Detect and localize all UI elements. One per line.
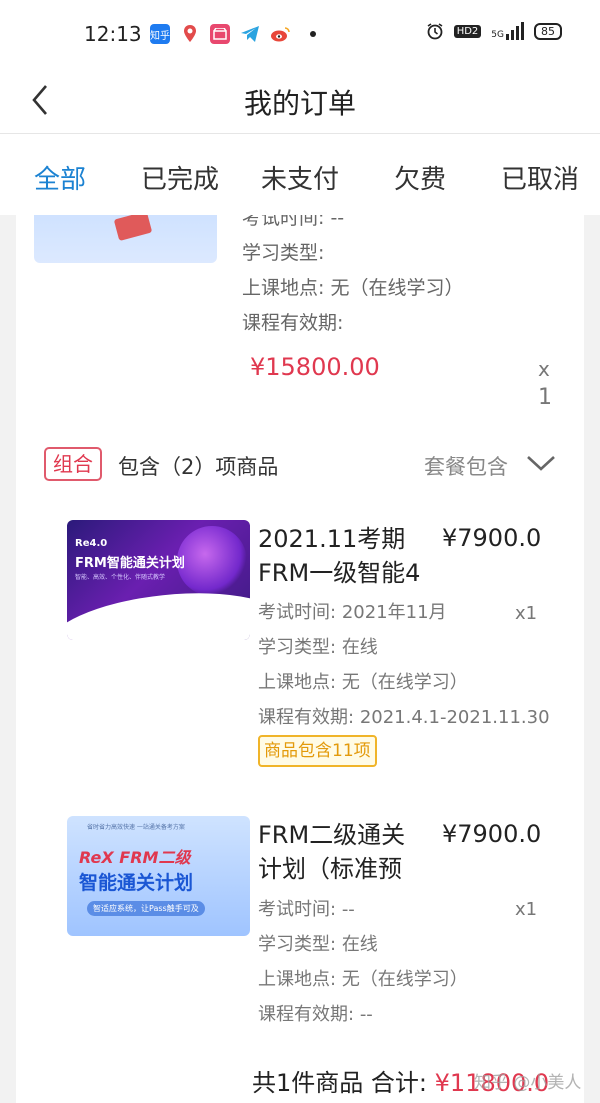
study-type-row: 学习类型: 在线 — [258, 630, 550, 665]
thumb-title: ReX FRM二级 — [79, 848, 191, 867]
exam-time-row: 考试时间: -- — [258, 892, 468, 927]
location-label: 上课地点: — [258, 969, 337, 990]
study-type-row: 学习类型: 在线 — [258, 927, 468, 962]
location-app-icon — [180, 24, 200, 44]
exam-time-value: 2021年11月 — [341, 602, 447, 623]
more-notifications-dot — [310, 31, 316, 37]
order-top-details: 考试时间: -- 学习类型: 上课地点: 无（在线学习） 课程有效期: — [242, 215, 463, 341]
product-thumbnail-frm2[interactable]: 省时省力高效快速 一站通关备考方案 ReX FRM二级 智能通关计划 智适应系统… — [67, 816, 250, 936]
validity-label: 课程有效期: — [258, 1004, 355, 1025]
validity-value: -- — [359, 1004, 373, 1025]
location-label: 上课地点: — [242, 277, 325, 299]
chevron-down-icon[interactable] — [526, 453, 556, 473]
order-list[interactable]: 考试时间: -- 学习类型: 上课地点: 无（在线学习） 课程有效期: ¥158… — [0, 215, 600, 1103]
validity-label: 课程有效期: — [242, 312, 344, 334]
location-row: 上课地点: 无（在线学习） — [258, 962, 468, 997]
telegram-app-icon — [240, 24, 260, 44]
hd-icon: HD2 — [453, 24, 482, 38]
location-row: 上课地点: 无（在线学习） — [242, 271, 463, 306]
product-thumbnail-frm1[interactable]: Re4.0 FRM智能通关计划 智能、高效、个性化、伴随式教学 — [67, 520, 250, 640]
items-included-badge[interactable]: 商品包含11项 — [258, 735, 377, 767]
thumb-text: Re4.0 — [75, 538, 108, 549]
product-qty: x1 — [515, 603, 538, 624]
combo-badge: 组合 — [44, 447, 102, 481]
exam-time-value: -- — [341, 899, 355, 920]
exam-time-row: 考试时间: -- — [242, 215, 463, 236]
study-type-value: 在线 — [341, 637, 378, 658]
alarm-icon — [427, 23, 443, 40]
exam-time-label: 考试时间: — [258, 602, 337, 623]
product-title-line: FRM一级智能4 — [258, 559, 421, 587]
product-price: ¥7900.0 — [442, 820, 542, 848]
product-details: 考试时间: 2021年11月 学习类型: 在线 上课地点: 无（在线学习） 课程… — [258, 595, 550, 735]
product-price: ¥7900.0 — [442, 524, 542, 552]
location-value: 无（在线学习） — [330, 277, 464, 299]
location-value: 无（在线学习） — [341, 969, 468, 990]
thumb-tagline: 智适应系统，让Pass触手可及 — [87, 901, 205, 916]
watermark: 知乎 @小美人 — [474, 1073, 582, 1093]
tab-all[interactable]: 全部 — [34, 159, 86, 196]
product-title-line: 计划（标准预 — [258, 855, 402, 883]
order-price: ¥15800.00 — [250, 353, 380, 381]
study-type-label: 学习类型: — [242, 242, 325, 264]
battery-icon: 85 — [534, 22, 562, 40]
tab-completed[interactable]: 已完成 — [141, 159, 219, 196]
product-qty: x1 — [515, 899, 538, 920]
tab-unpaid[interactable]: 未支付 — [261, 159, 339, 196]
signal-5g-icon: 5G — [491, 22, 524, 40]
tab-cancelled[interactable]: 已取消 — [501, 159, 579, 196]
shop-app-icon — [210, 24, 230, 44]
exam-time-label: 考试时间: — [242, 215, 325, 229]
item-count: 共1件商品 — [252, 1069, 364, 1097]
validity-row: 课程有效期: 2021.4.1-2021.11.30 — [258, 700, 550, 735]
study-type-label: 学习类型: — [258, 637, 337, 658]
product-title-line: FRM二级通关 — [258, 821, 406, 849]
tab-arrears[interactable]: 欠费 — [394, 159, 446, 196]
product-title-line: 2021.11考期 — [258, 525, 406, 553]
weibo-app-icon — [270, 24, 290, 44]
study-type-label: 学习类型: — [258, 934, 337, 955]
status-time: 12:13 — [84, 22, 142, 46]
location-row: 上课地点: 无（在线学习） — [258, 665, 550, 700]
validity-label: 课程有效期: — [258, 707, 355, 728]
package-toggle-label[interactable]: 套餐包含 — [424, 451, 508, 481]
bundle-description: 包含（2）项商品 — [118, 455, 279, 479]
exam-time-label: 考试时间: — [258, 899, 337, 920]
status-bar: 12:13 知乎 HD2 5G 85 — [0, 0, 600, 70]
validity-row: 课程有效期: -- — [258, 997, 468, 1032]
thumb-subtitle: 智能通关计划 — [79, 872, 194, 894]
thumb-text: 省时省力高效快速 一站通关备考方案 — [87, 824, 185, 831]
thumb-subtitle: 智能、高效、个性化、伴随式教学 — [75, 574, 166, 581]
qty-value: 1 — [538, 385, 552, 410]
zhihu-app-icon: 知乎 — [150, 24, 170, 44]
exam-time-row: 考试时间: 2021年11月 — [258, 595, 550, 630]
notification-icons: 知乎 — [150, 24, 316, 44]
product-details: 考试时间: -- 学习类型: 在线 上课地点: 无（在线学习） 课程有效期: -… — [258, 892, 468, 1032]
location-label: 上课地点: — [258, 672, 337, 693]
course-thumbnail[interactable] — [34, 215, 217, 263]
validity-value: 2021.4.1-2021.11.30 — [359, 707, 550, 728]
location-value: 无（在线学习） — [341, 672, 468, 693]
status-indicators: HD2 5G 85 — [426, 22, 562, 40]
nav-bar: 我的订单 — [0, 70, 600, 134]
product-title[interactable]: FRM二级通关 计划（标准预 — [258, 818, 405, 886]
exam-time-value: -- — [330, 215, 345, 229]
order-tabs: 全部 已完成 未支付 欠费 已取消 — [0, 135, 600, 215]
signal-label: 5G — [491, 30, 504, 40]
qty-multiplier: x — [538, 357, 550, 381]
thumb-title: FRM智能通关计划 — [75, 556, 185, 571]
product-title[interactable]: 2021.11考期 FRM一级智能4 — [258, 522, 420, 590]
study-type-value: 在线 — [341, 934, 378, 955]
page-title: 我的订单 — [243, 87, 356, 120]
total-label: 合计: — [370, 1069, 428, 1097]
